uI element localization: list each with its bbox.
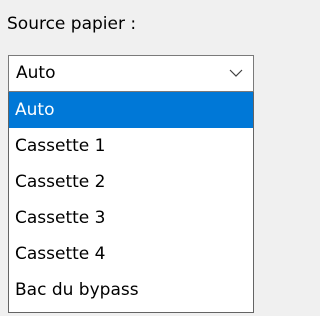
chevron-down-icon[interactable] [229, 69, 243, 77]
option-cassette-2[interactable]: Cassette 2 [9, 164, 253, 200]
option-auto[interactable]: Auto [9, 92, 253, 128]
paper-source-dropdown-list: Auto Cassette 1 Cassette 2 Cassette 3 Ca… [8, 92, 254, 313]
paper-source-label: Source papier : [7, 14, 137, 34]
paper-source-current-value: Auto [16, 63, 56, 83]
option-bypass-tray[interactable]: Bac du bypass [9, 272, 253, 308]
option-cassette-1[interactable]: Cassette 1 [9, 128, 253, 164]
option-cassette-3[interactable]: Cassette 3 [9, 200, 253, 236]
paper-source-select[interactable]: Auto [8, 55, 254, 92]
option-cassette-4[interactable]: Cassette 4 [9, 236, 253, 272]
